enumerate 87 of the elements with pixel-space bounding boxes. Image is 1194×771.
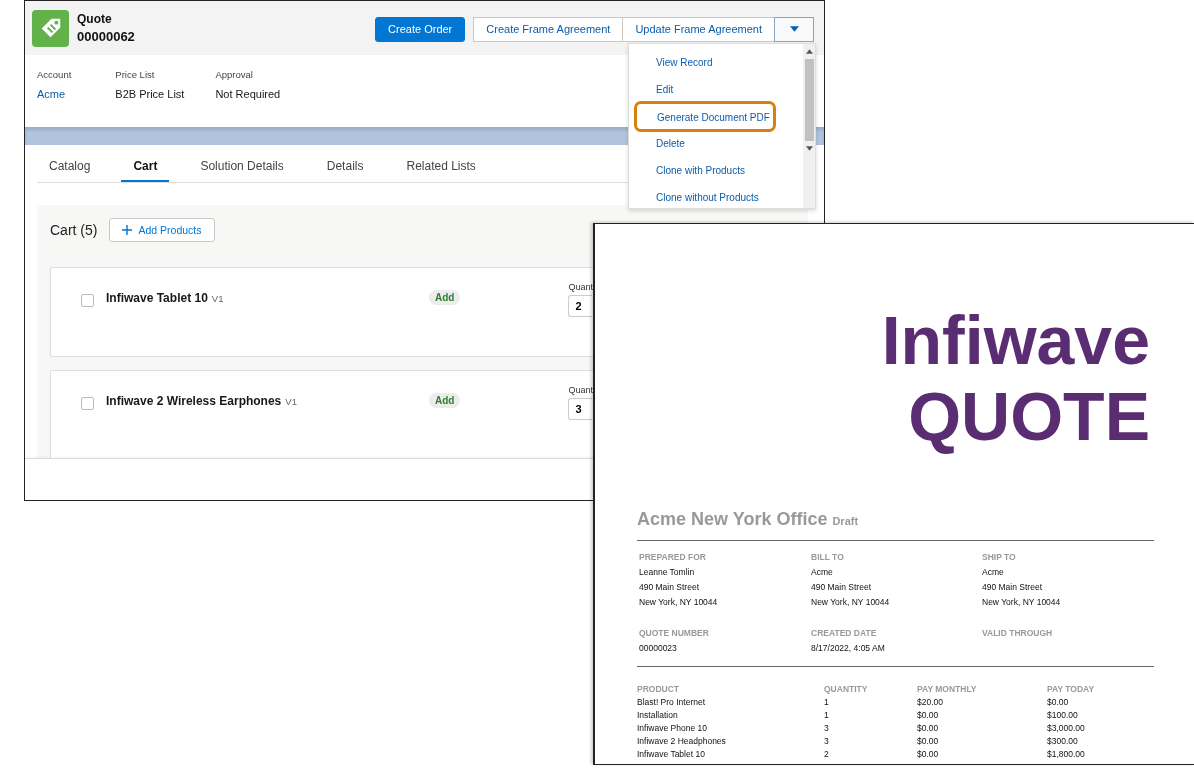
menu-item[interactable]: View Record (629, 49, 803, 76)
field-value: B2B Price List (115, 88, 185, 100)
column-header: PAY TODAY (1047, 683, 1096, 696)
product-name: Infiwave Tablet 10 (106, 291, 208, 305)
menu-item[interactable]: Clone with Products (629, 157, 803, 184)
table-cell-text: 1 (824, 696, 830, 709)
field-value[interactable]: Acme (37, 88, 72, 100)
add-badge: Add (429, 290, 461, 305)
checkbox[interactable] (81, 294, 94, 307)
quantity-field[interactable]: 3 (568, 398, 593, 420)
address-line: Acme (982, 566, 1005, 579)
scrollbar[interactable] (803, 44, 815, 208)
record-number: 00000062 (77, 28, 135, 46)
add-products-button[interactable]: Add Products (109, 218, 215, 242)
checkbox[interactable] (81, 397, 94, 410)
column-header: QUANTITY (824, 683, 869, 696)
quantity-label: Quant (568, 282, 594, 292)
column-header: PAY MONTHLY (917, 683, 978, 696)
section-label: PREPARED FOR (639, 551, 707, 564)
tab[interactable]: Related Lists (394, 150, 488, 182)
field-value: Not Required (215, 88, 281, 100)
dropdown-button[interactable] (774, 16, 814, 42)
quantity-label: Quant (568, 385, 594, 395)
menu-item[interactable]: Generate Document PDF (634, 101, 776, 132)
section-label: SHIP TO (982, 551, 1017, 564)
table-cell-text: $0.00 (917, 709, 940, 722)
table-cell-text: $300.00 (1047, 735, 1079, 748)
document-title: QUOTE (908, 378, 1150, 454)
action-button[interactable]: Update Frame Agreement (622, 16, 775, 42)
table-cell-text: 3 (824, 722, 830, 735)
table-cell-text: $3,000.00 (1047, 722, 1086, 735)
product-name: Infiwave 2 Wireless Earphones (106, 394, 282, 408)
section-label: BILL TO (811, 551, 845, 564)
add-badge: Add (429, 393, 461, 408)
table-cell-text: $0.00 (917, 722, 940, 735)
quantity-field[interactable]: 2 (568, 295, 593, 317)
address-line: Acme (811, 566, 834, 579)
address-line: New York, NY 10044 (811, 596, 891, 609)
info-value: 00000023 (639, 642, 678, 655)
table-cell-text: 2 (824, 748, 830, 761)
table-cell-text: $0.00 (1047, 696, 1070, 709)
field-label: Price List (115, 68, 156, 82)
status-label: Draft (832, 515, 859, 527)
address-line: Leanne Tomlin (639, 566, 696, 579)
table-cell-text: 3 (824, 735, 830, 748)
address-line: 490 Main Street (639, 581, 700, 594)
tag-icon (32, 9, 69, 47)
action-button[interactable]: Create Order (375, 16, 466, 42)
section-label: VALID THROUGH (982, 627, 1054, 640)
address-line: 490 Main Street (982, 581, 1043, 594)
table-cell-text: 1 (824, 709, 830, 722)
table-cell-text: $0.00 (917, 735, 940, 748)
caret-icon (789, 26, 799, 32)
action-button[interactable]: Create Frame Agreement (473, 16, 624, 42)
scroll-up-icon[interactable] (805, 49, 813, 54)
version-label: V1 (285, 396, 297, 407)
menu-item[interactable]: Clone without Products (629, 184, 803, 211)
tab[interactable]: Details (314, 150, 376, 182)
tab[interactable]: Solution Details (188, 150, 296, 182)
plus-icon (122, 225, 133, 235)
info-value: 8/17/2022, 4:05 AM (811, 642, 886, 655)
column-header: PRODUCT (637, 683, 681, 696)
document-heading: Acme New York Office (637, 509, 828, 530)
address-line: New York, NY 10044 (639, 596, 719, 609)
tab[interactable]: Catalog (37, 150, 103, 182)
record-type: Quote (77, 11, 113, 28)
brand-title: Infiwave (881, 302, 1150, 378)
table-cell-text: Infiwave 2 Headphones (637, 735, 727, 748)
section-label: QUOTE NUMBER (639, 627, 710, 640)
table-cell-text: Infiwave Phone 10 (637, 722, 708, 735)
menu-item[interactable]: Edit (629, 76, 803, 103)
table-cell-text: Installation (637, 709, 679, 722)
table-cell-text: $0.00 (917, 748, 940, 761)
table-cell-text: Blast! Pro Internet (637, 696, 707, 709)
table-cell-text: $100.00 (1047, 709, 1079, 722)
tab[interactable]: Cart (121, 150, 170, 182)
version-label: V1 (211, 293, 224, 304)
address-line: 490 Main Street (811, 581, 872, 594)
menu-item[interactable]: Delete (629, 130, 803, 157)
field-label: Account (37, 68, 72, 82)
address-line: New York, NY 10044 (982, 596, 1062, 609)
table-cell-text: $20.00 (917, 696, 944, 709)
section-label: CREATED DATE (811, 627, 878, 640)
table-cell-text: Infiwave Tablet 10 (637, 748, 706, 761)
cart-title: Cart (5) (50, 222, 98, 238)
table-cell-text: $1,800.00 (1047, 748, 1086, 761)
field-label: Approval (215, 68, 254, 82)
